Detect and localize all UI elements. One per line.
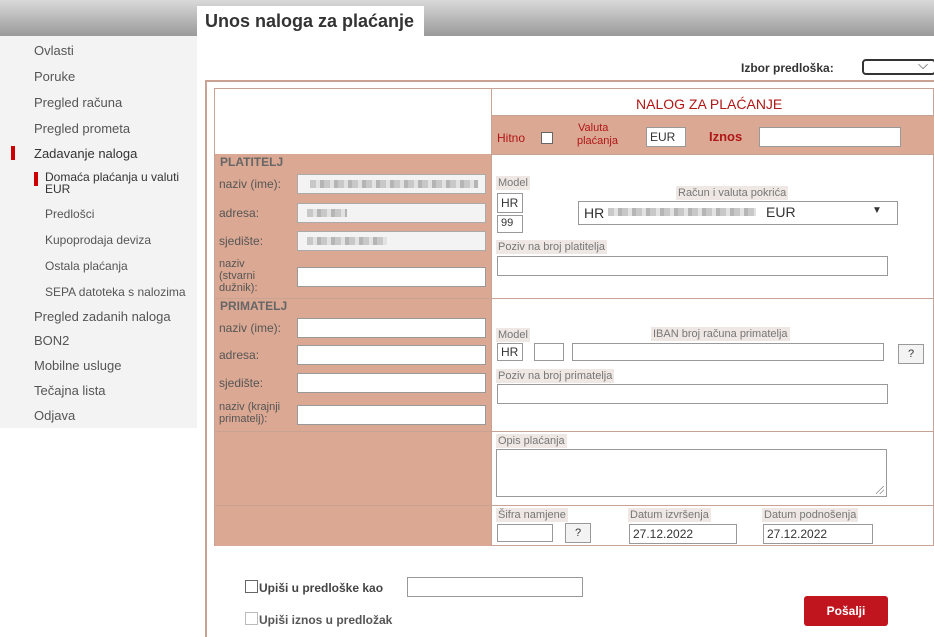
platitelj-adresa-label: adresa:	[219, 206, 260, 220]
platitelj-stvarni-label-3: dužnik):	[219, 282, 258, 294]
sidebar-item-ovlasti[interactable]: Ovlasti	[34, 43, 74, 58]
bottom-band	[215, 505, 491, 546]
platitelj-sjediste-label: sjedište:	[219, 234, 264, 248]
primatelj-heading: PRIMATELJ	[220, 299, 288, 313]
sidebar-item-pregled-zadanih-naloga[interactable]: Pregled zadanih naloga	[34, 309, 171, 324]
payee-model-label: Model	[496, 328, 530, 342]
iznos-label: Iznos	[709, 129, 743, 144]
form-title: NALOG ZA PLAĆANJE	[636, 96, 783, 112]
sidebar-item-sepa-datoteka[interactable]: SEPA datoteka s nalozima	[45, 285, 186, 299]
valuta-label-2: plaćanja	[577, 135, 618, 147]
template-picker-label: Izbor predloška:	[741, 61, 834, 75]
form-divider	[214, 431, 934, 432]
payee-iban-input[interactable]	[572, 343, 884, 361]
sidebar-item-odjava[interactable]: Odjava	[34, 408, 75, 423]
payer-account-prefix: HR	[584, 205, 605, 221]
datum-podnosenja-label: Datum podnošenja	[762, 508, 859, 522]
sidebar-item-domaca-placanja[interactable]: Domaća plaćanja u valuti EUR	[45, 171, 195, 195]
datum-podnosenja-input[interactable]: 27.12.2022	[763, 524, 873, 544]
primatelj-naziv-label: naziv (ime):	[219, 321, 282, 335]
page-title: Unos naloga za plaćanje	[197, 6, 425, 38]
sifra-label: Šifra namjene	[496, 508, 568, 522]
payer-account-currency: EUR	[766, 204, 796, 220]
form-divider	[214, 298, 934, 299]
hitno-checkbox[interactable]	[541, 132, 553, 144]
frame-left-line	[205, 80, 207, 637]
primatelj-naziv-input[interactable]	[297, 318, 486, 338]
payee-model-prefix: HR	[497, 343, 523, 361]
iznos-input[interactable]	[759, 127, 901, 147]
submit-button[interactable]: Pošalji	[804, 596, 888, 626]
opis-textarea[interactable]	[496, 449, 887, 497]
redacted-payer-city	[307, 237, 387, 245]
primatelj-sjediste-input[interactable]	[297, 373, 486, 393]
primatelj-krajnji-label-1: naziv (krajnji	[219, 401, 281, 413]
datum-izvrsenja-input[interactable]: 27.12.2022	[629, 524, 737, 544]
sidebar-item-zadavanje-naloga[interactable]: Zadavanje naloga	[34, 146, 137, 161]
sidebar-item-tecajna-lista[interactable]: Tečajna lista	[34, 383, 106, 398]
payer-account-label: Račun i valuta pokrića	[676, 186, 789, 200]
payer-model-prefix: HR	[497, 193, 523, 213]
description-band	[215, 431, 491, 505]
payee-iban-help-button[interactable]: ?	[898, 344, 924, 364]
sidebar-item-ostala-placanja[interactable]: Ostala plaćanja	[45, 259, 128, 273]
payer-poziv-input[interactable]	[497, 256, 888, 276]
resize-handle-icon[interactable]	[876, 486, 884, 494]
payee-poziv-label: Poziv na broj primatelja	[496, 369, 615, 383]
frame-top-line	[205, 80, 934, 82]
sidebar-item-bon2[interactable]: BON2	[34, 333, 69, 348]
sifra-input[interactable]	[497, 524, 553, 542]
save-amount-checkbox[interactable]	[245, 612, 258, 625]
primatelj-sjediste-label: sjedište:	[219, 376, 264, 390]
payer-poziv-label: Poziv na broj platitelja	[496, 240, 608, 254]
datum-izvrsenja-label: Datum izvršenja	[628, 508, 711, 522]
redacted-payer-account	[608, 208, 756, 216]
platitelj-stvarni-label-1: naziv	[219, 258, 245, 270]
payee-model-input[interactable]	[534, 343, 564, 361]
platitelj-stvarni-duznik-input[interactable]	[297, 267, 486, 287]
payee-poziv-input[interactable]	[497, 384, 888, 404]
form-divider	[492, 154, 934, 155]
platitelj-stvarni-label-2: (stvarni	[219, 270, 256, 282]
primatelj-krajnji-input[interactable]	[297, 405, 486, 425]
sidebar-item-predlosci[interactable]: Predlošci	[45, 207, 94, 221]
hitno-label: Hitno	[497, 131, 526, 145]
sidebar-item-poruke[interactable]: Poruke	[34, 69, 75, 84]
platitelj-heading: PLATITELJ	[220, 155, 284, 169]
active-sub-marker	[34, 172, 38, 186]
top-bar	[0, 0, 934, 36]
redacted-payer-address	[307, 209, 347, 217]
form-divider	[214, 505, 934, 506]
sidebar-item-pregled-racuna[interactable]: Pregled računa	[34, 95, 122, 110]
sidebar-item-kupoprodaja-deviza[interactable]: Kupoprodaja deviza	[45, 233, 151, 247]
save-template-label: Upiši u predloške kao	[259, 581, 384, 595]
valuta-label-1: Valuta	[578, 122, 609, 134]
primatelj-adresa-input[interactable]	[297, 345, 486, 365]
platitelj-naziv-label: naziv (ime):	[219, 177, 282, 191]
sidebar-item-pregled-prometa[interactable]: Pregled prometa	[34, 121, 130, 136]
active-marker	[11, 146, 15, 160]
save-amount-label: Upiši iznos u predložak	[259, 613, 393, 627]
opis-label: Opis plaćanja	[496, 434, 567, 448]
redacted-payer-name	[310, 180, 478, 188]
template-picker-select[interactable]: ⌵	[862, 57, 934, 75]
primatelj-adresa-label: adresa:	[219, 348, 260, 362]
save-template-name-input[interactable]	[407, 577, 583, 597]
sidebar-item-mobilne-usluge[interactable]: Mobilne usluge	[34, 358, 121, 373]
save-template-checkbox[interactable]	[245, 580, 258, 593]
caret-down-icon: ▼	[872, 205, 882, 216]
payer-model-input[interactable]: 99	[497, 215, 523, 233]
valuta-input[interactable]: EUR	[646, 127, 686, 147]
form-divider-vertical	[491, 88, 492, 546]
chevron-down-icon: ⌵	[918, 57, 928, 72]
payer-model-label: Model	[496, 176, 530, 190]
primatelj-krajnji-label-2: primatelj):	[219, 413, 268, 425]
sifra-help-button[interactable]: ?	[565, 523, 591, 543]
payee-iban-label: IBAN broj računa primatelja	[651, 327, 790, 341]
